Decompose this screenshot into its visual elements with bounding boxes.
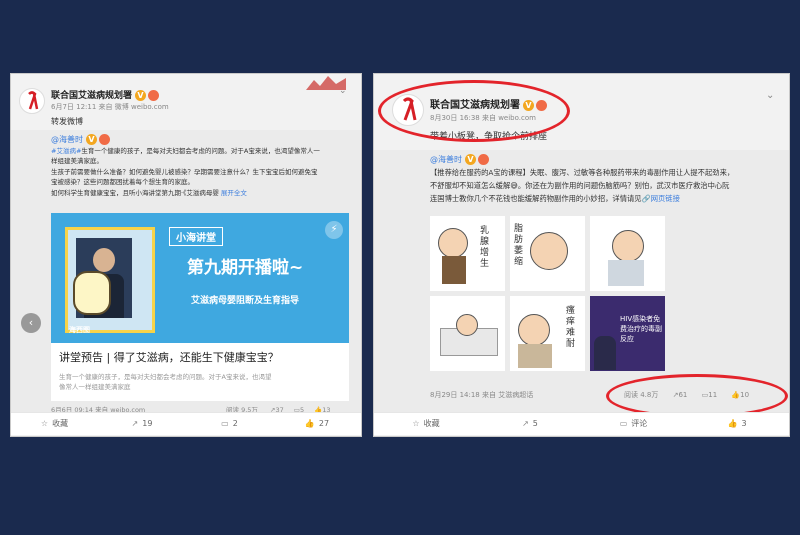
link-icon: 🔗 xyxy=(641,194,651,203)
author-name[interactable]: 联合国艾滋病规划署 V xyxy=(51,88,160,101)
repost-author-text: @海善时 xyxy=(51,135,83,144)
grid-image-6-caption: HIV感染者免费治疗的毒副反应 xyxy=(620,315,662,343)
repost-button-count: 19 xyxy=(142,419,153,428)
favorite-label: 收藏 xyxy=(423,419,440,428)
post-time: 6月7日 12:11 来自 微博 weibo.com xyxy=(51,103,169,111)
left-weibo-post: 联合国艾滋病规划署 V ⌄ 6月7日 12:11 来自 微博 weibo.com … xyxy=(10,73,362,437)
card-desc-2: 像常人一样组建美满家庭 xyxy=(59,383,131,391)
reposted-content: @海善时 V #艾滋病#生育一个健康的孩子，是每对夫妇都会考虑的问题。对于A宝来说… xyxy=(11,130,361,415)
grid-image-4[interactable] xyxy=(430,296,505,371)
red-ribbon-icon xyxy=(28,91,39,110)
repost-line-5: 如何科学生育健康宝宝，且听小海讲堂第九期·《艾滋病母婴 展开全文 xyxy=(51,187,247,197)
repost-line-2: 样组建美满家庭。 xyxy=(51,157,103,165)
web-link[interactable]: 🔗网页链接 xyxy=(642,194,680,203)
comment-button-label: 评论 xyxy=(631,419,648,428)
grid-image-5[interactable]: 瘙痒难耐 xyxy=(510,296,585,371)
repost-button-count: 5 xyxy=(532,419,538,428)
topic-tag[interactable]: #艾滋病# xyxy=(51,147,81,155)
grid-image-5-caption: 瘙痒难耐 xyxy=(566,306,576,349)
comment-icon: ▭ xyxy=(221,419,229,428)
thumbs-up-icon: 👍 xyxy=(727,419,738,428)
author-name-text: 联合国艾滋病规划署 xyxy=(51,91,133,101)
grid-image-2[interactable]: 脂肪萎缩 xyxy=(510,216,585,291)
web-link-text: 网页链接 xyxy=(650,194,680,203)
star-icon: ☆ xyxy=(412,419,420,428)
thumbs-up-icon: 👍 xyxy=(304,419,315,428)
repost-line-1-text: 生育一个健康的孩子，是每对夫妇都会考虑的问题。对于A宝来说，也渴望像常人一 xyxy=(81,147,320,155)
like-button[interactable]: 👍 27 xyxy=(273,413,361,435)
repost-author[interactable]: @海善时 V xyxy=(430,154,489,165)
repost-line-3: 连国博士教你几个不花钱也能缓解药物副作用的小妙招，详情请见🔗网页链接 xyxy=(430,194,680,204)
gallery-prev-icon[interactable]: ‹ xyxy=(21,313,41,333)
card-topic: 艾滋病母婴阻断及生育指导 xyxy=(191,296,300,306)
repost-author[interactable]: @海善时 V xyxy=(51,134,110,145)
card-logo: 海西图 xyxy=(69,326,90,334)
expand-link[interactable]: 展开全文 xyxy=(221,189,247,197)
author-avatar[interactable] xyxy=(19,88,45,114)
emoji-icon: 😅 xyxy=(510,181,518,190)
repost-line-1: #艾滋病#生育一个健康的孩子，是每对夫妇都会考虑的问题。对于A宝来说，也渴望像常… xyxy=(51,145,320,155)
repost-line-3-text: 连国博士教你几个不花钱也能缓解药物副作用的小妙招，详情请见 xyxy=(430,194,642,203)
favorite-button[interactable]: ☆ 收藏 xyxy=(11,413,98,435)
like-button[interactable]: 👍 3 xyxy=(685,413,789,435)
grid-image-6[interactable]: HIV感染者免费治疗的毒副反应 xyxy=(590,296,665,371)
comment-button-count: 2 xyxy=(232,419,238,428)
crown-icon xyxy=(99,134,110,145)
highlight-ring-author xyxy=(378,80,570,142)
repost-line-5-text: 如何科学生育健康宝宝，且听小海讲堂第九期·《艾滋病母婴 xyxy=(51,189,219,197)
action-bar: ☆ 收藏 ↗ 19 ▭ 2 👍 27 xyxy=(11,412,361,435)
card-banner: 小海讲堂 xyxy=(169,227,223,246)
lightning-icon: ⚡ xyxy=(325,221,343,239)
more-chevron-icon[interactable]: ⌄ xyxy=(339,86,347,96)
grid-image-1[interactable]: 乳腺增生 xyxy=(430,216,505,291)
repost-line-2: 不舒服却不知道怎么缓解😅。你还在为副作用的问题伤脑筋吗？别怕，武汉市医疗救治中心… xyxy=(430,181,729,191)
repost-line-1: 【推荐给在服药的A宝的课程】失眠、腹泻、过敏等各种服药带来的毒副作用让人提不起劲… xyxy=(430,168,735,177)
repost-line-2-text: 不舒服却不知道怎么缓解 xyxy=(430,181,511,190)
repost-line-3: 生孩子前需要做什么准备？如何避免婴儿被感染？孕期需要注意什么？生下宝宝后如何避免… xyxy=(51,168,318,176)
verified-icon: V xyxy=(135,90,147,101)
repost-icon: ↗ xyxy=(131,419,139,428)
crown-icon xyxy=(148,90,160,101)
card-title: 讲堂预告 | 得了艾滋病，还能生下健康宝宝？ xyxy=(59,351,279,364)
grid-image-1-caption: 乳腺增生 xyxy=(480,226,490,269)
post-text: 转发微博 xyxy=(51,117,83,126)
repost-button[interactable]: ↗ 19 xyxy=(98,413,186,435)
card-text[interactable]: 讲堂预告 | 得了艾滋病，还能生下健康宝宝？ 生育一个健康的孩子，是每对夫妇都会… xyxy=(51,343,349,401)
repost-icon: ↗ xyxy=(522,419,529,428)
card-desc-1: 生育一个健康的孩子，是每对夫妇都会考虑的问题。对于A宝来说，也渴望 xyxy=(59,373,272,381)
repost-line-2b-text: 。你还在为副作用的问题伤脑筋吗？别怕，武汉市医疗救治中心阮 xyxy=(517,181,730,190)
card-issue: 第九期开播啦~ xyxy=(187,258,304,278)
comment-button[interactable]: ▭ 2 xyxy=(186,413,273,435)
like-button-count: 27 xyxy=(318,419,330,428)
repost-author-text: @海善时 xyxy=(430,155,462,164)
star-icon: ☆ xyxy=(40,419,49,428)
repost-time: 8月29日 14:18 来自 艾滋病超话 xyxy=(430,391,534,399)
like-button-count: 3 xyxy=(741,419,747,428)
grid-image-2-caption: 脂肪萎缩 xyxy=(514,224,524,267)
favorite-button[interactable]: ☆ 收藏 xyxy=(374,413,478,435)
comment-button[interactable]: ▭ 评论 xyxy=(582,413,685,435)
favorite-label: 收藏 xyxy=(52,419,69,428)
repost-line-4: 宝被感染？这些问题都困扰着每个想生育的家庭。 xyxy=(51,178,194,186)
reposted-content: @海善时 V 【推荐给在服药的A宝的课程】失眠、腹泻、过敏等各种服药带来的毒副作用… xyxy=(374,150,789,418)
right-weibo-post: 联合国艾滋病规划署 V ⌄ 8月30日 16:38 来自 weibo.com 带着… xyxy=(373,73,790,437)
comment-icon: ▭ xyxy=(619,419,628,428)
mascot-icon xyxy=(73,271,111,315)
image-grid: 乳腺增生 脂肪萎缩 瘙痒难耐 HIV感染者免费治疗的毒副反应 xyxy=(430,216,666,376)
verified-icon: V xyxy=(465,154,476,165)
verified-icon: V xyxy=(86,134,97,145)
card-image[interactable]: 海西图 小海讲堂 ⚡ 第九期开播啦~ 艾滋病母婴阻断及生育指导 xyxy=(51,213,349,343)
grid-image-3[interactable] xyxy=(590,216,665,291)
crown-icon xyxy=(478,154,489,165)
more-chevron-icon[interactable]: ⌄ xyxy=(766,90,774,101)
action-bar: ☆ 收藏 ↗ 5 ▭ 评论 👍 3 xyxy=(374,412,789,435)
repost-button[interactable]: ↗ 5 xyxy=(478,413,582,435)
